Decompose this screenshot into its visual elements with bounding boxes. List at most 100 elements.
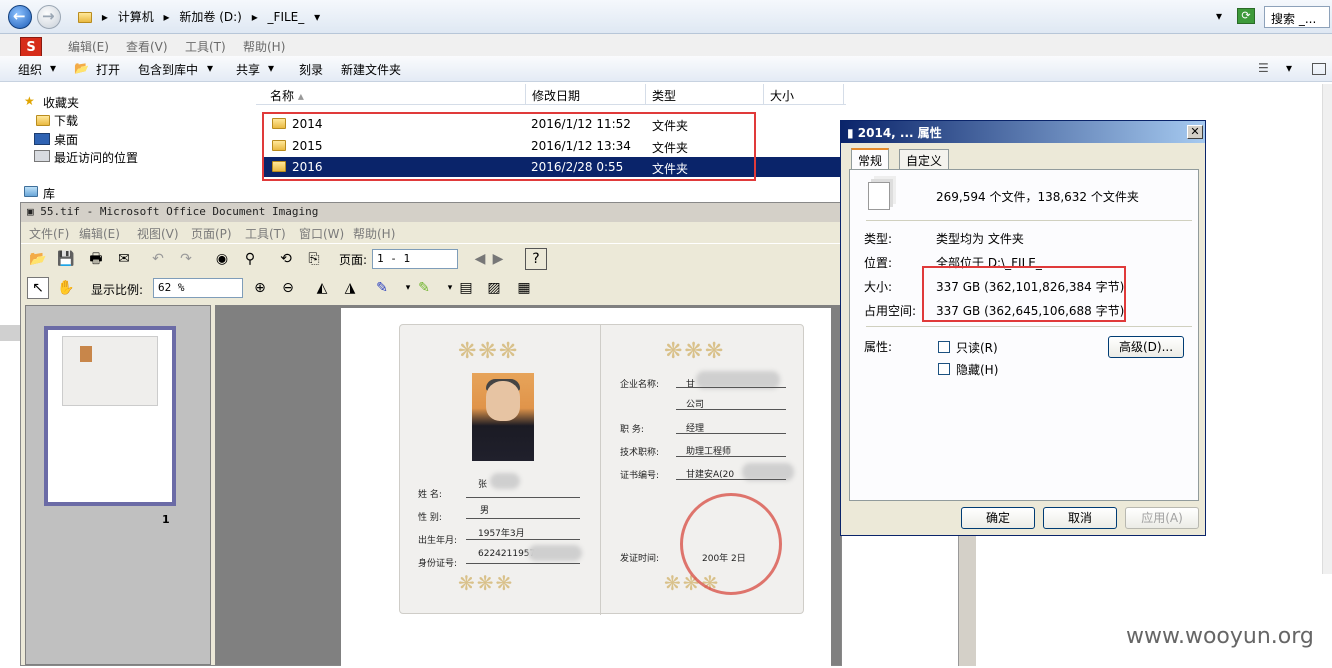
refresh-button[interactable]: ⟳	[1237, 8, 1255, 24]
breadcrumb-computer[interactable]: 计算机	[118, 10, 154, 24]
document-view: ❋❋❋ ❋❋❋ ❋❋❋ ❋❋❋ 姓 名: 张 性 别: 男 出生年月: 1957…	[215, 305, 841, 668]
rotate-icon[interactable]: ⟲	[275, 248, 297, 270]
page-input[interactable]: 1 - 1	[372, 249, 458, 269]
new-folder-button[interactable]: 新建文件夹	[341, 61, 401, 78]
certificate-image: ❋❋❋ ❋❋❋ ❋❋❋ ❋❋❋ 姓 名: 张 性 别: 男 出生年月: 1957…	[399, 324, 804, 615]
readonly-checkbox[interactable]	[938, 341, 950, 353]
open-icon[interactable]: 📂	[27, 248, 49, 270]
view-options-icon[interactable]: ☰	[1258, 61, 1269, 75]
menu-help[interactable]: 帮助(H)	[353, 225, 395, 242]
menu-file[interactable]: 文件(F)	[29, 225, 69, 242]
hidden-checkbox[interactable]	[938, 363, 950, 375]
download-folder-icon	[36, 115, 50, 126]
breadcrumb-folder[interactable]: _FILE_	[268, 10, 305, 24]
document-page: ❋❋❋ ❋❋❋ ❋❋❋ ❋❋❋ 姓 名: 张 性 别: 男 出生年月: 1957…	[341, 308, 831, 668]
folder-icon: ▮	[847, 126, 858, 140]
menu-view[interactable]: 查看(V)	[126, 38, 168, 55]
menu-tools[interactable]: 工具(T)	[245, 225, 286, 242]
official-seal	[680, 493, 782, 595]
star-icon: ★	[24, 94, 35, 108]
ok-button[interactable]: 确定	[961, 507, 1035, 529]
print-icon[interactable]: 🖶	[85, 248, 107, 270]
column-type[interactable]: 类型	[646, 84, 764, 105]
highlighter-icon[interactable]: ✎	[413, 277, 435, 299]
multiple-files-icon	[868, 182, 890, 210]
type-label: 类型:	[864, 232, 893, 246]
search-input[interactable]: 搜索 _...	[1264, 6, 1330, 28]
cancel-button[interactable]: 取消	[1043, 507, 1117, 529]
undo-icon[interactable]: ↶	[147, 248, 169, 270]
library-icon	[24, 186, 38, 197]
breadcrumb[interactable]: ▸ 计算机 ▸ 新加卷 (D:) ▸ _FILE_ ▾	[78, 5, 1228, 27]
menu-edit[interactable]: 编辑(E)	[79, 225, 120, 242]
next-page-icon[interactable]: ▶	[487, 248, 509, 270]
dropdown-arrow-icon[interactable]: ▾	[50, 61, 56, 75]
share-button[interactable]: 共享	[236, 61, 260, 78]
annotation-toggle-icon[interactable]: ▦	[513, 277, 535, 299]
menu-bar: S 编辑(E) 查看(V) 工具(T) 帮助(H)	[0, 34, 1332, 57]
pen-icon[interactable]: ✎	[371, 277, 393, 299]
tab-general[interactable]: 常规	[851, 148, 890, 170]
send-icon[interactable]: ✉	[113, 248, 135, 270]
imaging-toolbar-annotate: ↖ ✋ 显示比例: 62 % ⊕ ⊖ ◭ ◮ ✎ ▾ ✎ ▾ ▤ ▨ ▦	[21, 275, 843, 305]
tab-custom[interactable]: 自定义	[899, 149, 950, 169]
preview-pane-icon[interactable]	[1312, 63, 1326, 75]
scrollbar-thumb[interactable]	[0, 325, 20, 341]
arrow-right-icon: →	[42, 7, 55, 25]
include-library-button[interactable]: 包含到库中	[138, 61, 198, 78]
select-pointer-icon[interactable]: ↖	[27, 277, 49, 299]
nav-item-desktop[interactable]: 桌面	[54, 131, 78, 148]
dropdown-arrow-icon[interactable]: ▾	[268, 61, 274, 75]
column-name[interactable]: 名称 ▴	[256, 84, 526, 105]
redo-icon[interactable]: ↷	[175, 248, 197, 270]
save-icon[interactable]: 💾	[55, 248, 77, 270]
zoom-select[interactable]: 62 %	[153, 278, 243, 298]
zoom-in-icon[interactable]: ⊕	[249, 277, 271, 299]
menu-view[interactable]: 视图(V)	[137, 225, 179, 242]
text-box-icon[interactable]: ▤	[455, 277, 477, 299]
menu-window[interactable]: 窗口(W)	[299, 225, 344, 242]
zoom-out-icon[interactable]: ⊖	[277, 277, 299, 299]
page-thumbnail[interactable]	[44, 326, 176, 506]
dropdown-arrow-icon[interactable]: ▾	[1286, 61, 1292, 75]
back-button[interactable]: ←	[8, 5, 32, 29]
menu-help[interactable]: 帮助(H)	[243, 38, 285, 55]
burn-button[interactable]: 刻录	[299, 61, 323, 78]
find-icon[interactable]: ⚲	[239, 248, 261, 270]
page-setup-icon[interactable]: ⎘	[303, 248, 325, 270]
navigation-pane: ★ 收藏夹 下载 桌面 最近访问的位置 库	[0, 84, 252, 204]
pan-hand-icon[interactable]: ✋	[55, 277, 77, 299]
dropdown-arrow-icon[interactable]: ▾	[1216, 9, 1222, 23]
nav-library[interactable]: 库	[43, 185, 55, 202]
rotate-right-icon[interactable]: ◮	[339, 277, 361, 299]
apply-button[interactable]: 应用(A)	[1125, 507, 1199, 529]
help-icon[interactable]: ?	[525, 248, 547, 270]
column-size[interactable]: 大小	[764, 84, 844, 105]
imaging-window: ▣ 55.tif - Microsoft Office Document Ima…	[20, 202, 843, 668]
menu-edit[interactable]: 编辑(E)	[68, 38, 109, 55]
redaction	[490, 473, 520, 489]
picture-icon[interactable]: ▨	[483, 277, 505, 299]
sohu-input-icon[interactable]: S	[20, 37, 42, 57]
column-date[interactable]: 修改日期	[526, 84, 646, 105]
recent-places-icon	[34, 150, 50, 162]
nav-favorites[interactable]: 收藏夹	[43, 94, 79, 111]
organize-button[interactable]: 组织	[18, 61, 42, 78]
scrollbar[interactable]	[1322, 84, 1332, 574]
photo-face	[486, 381, 520, 421]
advanced-button[interactable]: 高级(D)...	[1108, 336, 1184, 358]
open-button[interactable]: 打开	[96, 61, 120, 78]
forward-button[interactable]: →	[37, 5, 61, 29]
menu-page[interactable]: 页面(P)	[191, 225, 232, 242]
dropdown-arrow-icon[interactable]: ▾	[207, 61, 213, 75]
imaging-menu-bar: 文件(F) 编辑(E) 视图(V) 页面(P) 工具(T) 窗口(W) 帮助(H…	[21, 222, 843, 242]
ocr-icon[interactable]: ◉	[211, 248, 233, 270]
thumbnail-pane: 1	[25, 305, 211, 665]
scrollbar[interactable]	[958, 536, 976, 666]
rotate-left-icon[interactable]: ◭	[311, 277, 333, 299]
menu-tools[interactable]: 工具(T)	[185, 38, 226, 55]
nav-item-recent[interactable]: 最近访问的位置	[54, 149, 138, 166]
close-button[interactable]: ✕	[1187, 125, 1203, 139]
nav-item-downloads[interactable]: 下载	[54, 112, 78, 129]
breadcrumb-drive[interactable]: 新加卷 (D:)	[179, 10, 241, 24]
